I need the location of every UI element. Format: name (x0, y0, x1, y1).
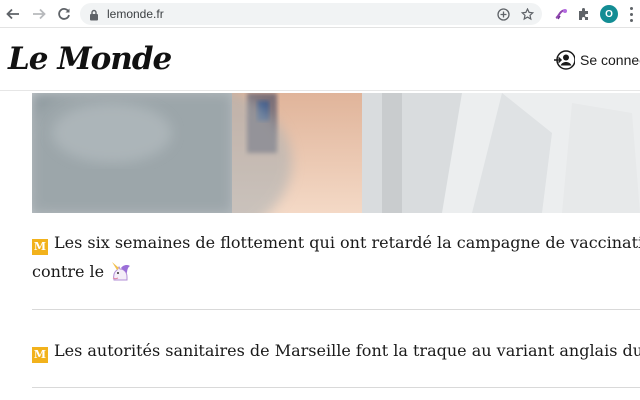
headline-line-2: contre le (32, 262, 105, 281)
address-bar[interactable]: lemonde.fr (80, 3, 542, 25)
article-headline[interactable]: M Les autorités sanitaires de Marseille f… (32, 336, 640, 370)
unicorn-emoji-icon (108, 260, 132, 291)
login-user-icon (553, 49, 576, 72)
login-label: Se connecter (580, 52, 640, 68)
puzzle-icon[interactable] (574, 4, 594, 24)
menu-icon[interactable] (626, 5, 636, 23)
extension-icon[interactable] (551, 4, 571, 24)
add-icon[interactable] (496, 7, 510, 21)
back-arrow-icon[interactable] (2, 3, 24, 25)
lock-icon (89, 8, 99, 26)
site-logo[interactable]: Le Monde (8, 41, 172, 77)
forward-arrow-icon[interactable] (28, 3, 50, 25)
headline-line-1: Les autorités sanitaires de Marseille fo… (54, 341, 640, 360)
article-headline-line-2[interactable]: contre le (32, 257, 640, 291)
article-card[interactable]: M Les six semaines de flottement qui ont … (32, 228, 640, 310)
subscriber-badge: M (32, 239, 48, 255)
article-card[interactable]: M Les autorités sanitaires de Marseille f… (32, 336, 640, 388)
headline-line-1: Les six semaines de flottement qui ont r… (54, 233, 640, 252)
login-button[interactable]: Se connecter (553, 48, 640, 72)
star-icon[interactable] (520, 7, 534, 21)
site-header: Le Monde Se connecter (0, 29, 640, 91)
article-hero-image[interactable] (32, 93, 640, 213)
article-headline[interactable]: M Les six semaines de flottement qui ont … (32, 228, 640, 257)
url-text: lemonde.fr (107, 7, 164, 21)
subscriber-badge: M (32, 347, 48, 363)
reload-icon[interactable] (53, 3, 75, 25)
browser-toolbar: lemonde.fr O (0, 0, 640, 28)
profile-avatar[interactable]: O (600, 5, 618, 23)
